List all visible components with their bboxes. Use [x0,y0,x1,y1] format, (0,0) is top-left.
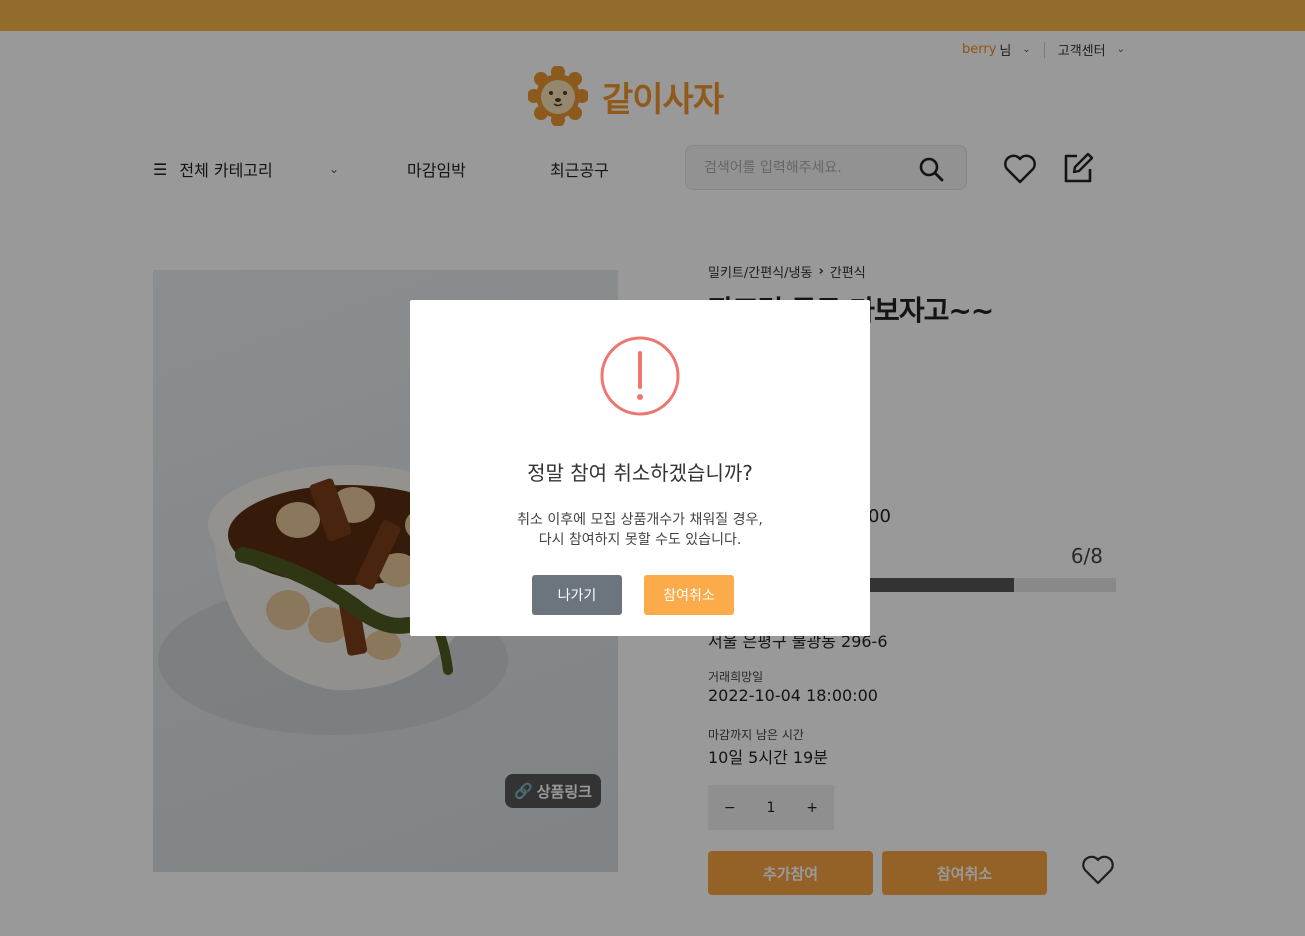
dialog-message-line: 다시 참여하지 못할 수도 있습니다. [538,532,742,548]
exit-button[interactable]: 나가기 [532,575,622,615]
dialog-message: 취소 이후에 모집 상품개수가 채워질 경우, 다시 참여하지 못할 수도 있습… [410,510,870,550]
confirm-cancel-button[interactable]: 참여취소 [644,575,734,615]
dialog-message-line: 취소 이후에 모집 상품개수가 채워질 경우, [517,512,763,528]
page: berry 님 ⌄ 고객센터 ⌄ 같이사자 ☰ 전체 카테고리 ⌄ 마감임박 최… [0,0,1305,936]
alert-icon [600,336,680,416]
confirm-dialog: 정말 참여 취소하겠습니까? 취소 이후에 모집 상품개수가 채워질 경우, 다… [410,300,870,636]
dialog-title: 정말 참여 취소하겠습니까? [527,461,753,485]
